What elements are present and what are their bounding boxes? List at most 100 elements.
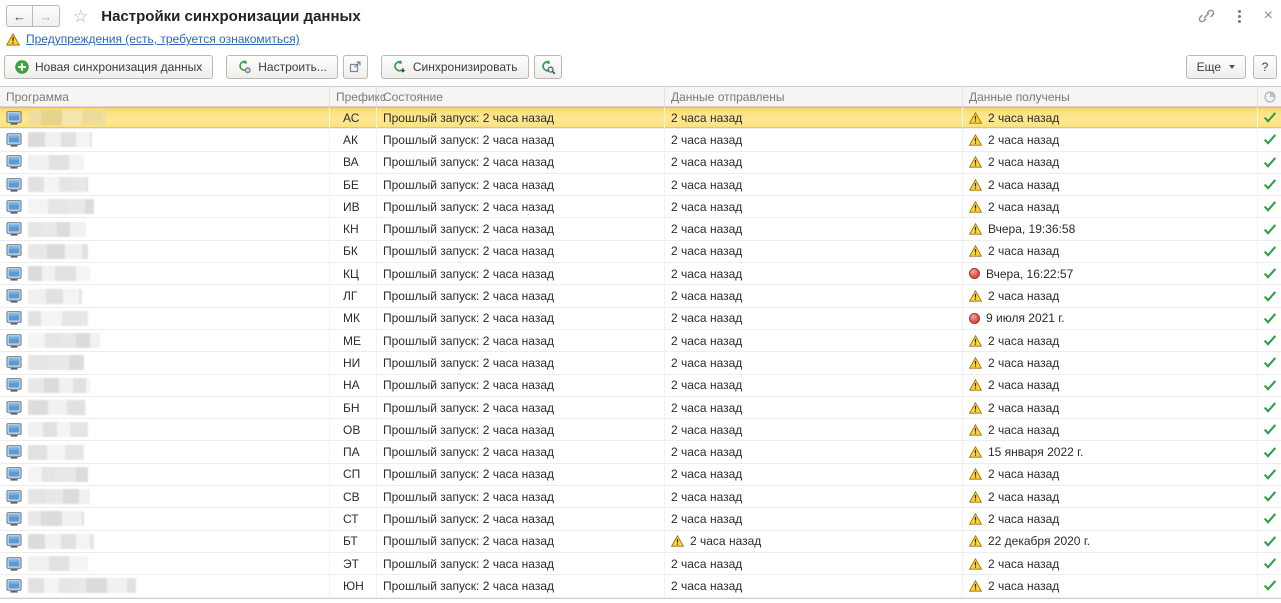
check-icon <box>1263 535 1277 547</box>
table-row[interactable]: КН Прошлый запуск: 2 часа назад 2 часа н… <box>0 218 1281 241</box>
program-icon <box>6 155 22 169</box>
table-row[interactable]: ПА Прошлый запуск: 2 часа назад 2 часа н… <box>0 441 1281 464</box>
open-sync-settings-button[interactable] <box>342 55 368 79</box>
data-received-cell: 2 часа назад <box>963 173 1258 196</box>
prefix-cell: АК <box>330 129 377 151</box>
program-cell <box>0 463 330 486</box>
state-cell: Прошлый запуск: 2 часа назад <box>377 486 665 508</box>
state-cell: Прошлый запуск: 2 часа назад <box>377 240 665 263</box>
table-row[interactable]: КЦ Прошлый запуск: 2 часа назад 2 часа н… <box>0 263 1281 286</box>
table-row[interactable]: БК Прошлый запуск: 2 часа назад 2 часа н… <box>0 240 1281 264</box>
prefix-cell: ЮН <box>330 575 377 597</box>
data-received-cell: Вчера, 19:36:58 <box>963 218 1258 240</box>
data-received-cell: 15 января 2022 г. <box>963 441 1258 463</box>
program-cell <box>0 552 330 575</box>
get-link-icon[interactable] <box>1198 8 1215 24</box>
table-row[interactable]: МЕ Прошлый запуск: 2 часа назад 2 часа н… <box>0 329 1281 353</box>
warning-icon <box>969 223 982 235</box>
table-row[interactable]: БТ Прошлый запуск: 2 часа назад 2 часа н… <box>0 530 1281 553</box>
data-received-cell: 2 часа назад <box>963 129 1258 151</box>
table-row-selected[interactable]: АС Прошлый запуск: 2 часа назад 2 часа н… <box>0 107 1281 130</box>
state-cell: Прошлый запуск: 2 часа назад <box>377 129 665 151</box>
program-name-redacted <box>28 422 88 438</box>
table-row[interactable]: МК Прошлый запуск: 2 часа назад 2 часа н… <box>0 307 1281 330</box>
new-sync-button[interactable]: Новая синхронизация данных <box>4 55 214 79</box>
table-row[interactable]: ЭТ Прошлый запуск: 2 часа назад 2 часа н… <box>0 552 1281 576</box>
close-icon[interactable]: × <box>1264 8 1273 24</box>
prefix-cell: АС <box>330 107 377 129</box>
check-icon <box>1263 446 1277 458</box>
sync-monitor-button[interactable] <box>533 55 562 79</box>
data-sent-cell: 2 часа назад <box>665 218 963 240</box>
table-row[interactable]: БН Прошлый запуск: 2 часа назад 2 часа н… <box>0 396 1281 420</box>
column-header-status[interactable] <box>1258 87 1281 106</box>
more-label: Еще <box>1196 60 1221 74</box>
check-icon <box>1263 469 1277 480</box>
state-cell: Прошлый запуск: 2 часа назад <box>377 173 665 196</box>
table-row[interactable]: НА Прошлый запуск: 2 часа назад 2 часа н… <box>0 374 1281 397</box>
data-sent-cell: 2 часа назад <box>665 575 963 597</box>
chevron-down-icon <box>1229 65 1235 69</box>
program-icon <box>6 534 22 548</box>
check-icon <box>1263 134 1277 146</box>
synchronize-button[interactable]: Синхронизировать <box>380 55 529 79</box>
more-menu-icon[interactable] <box>1234 8 1245 25</box>
data-received-cell: 2 часа назад <box>963 374 1258 396</box>
more-button[interactable]: Еще <box>1185 55 1246 79</box>
check-icon <box>1263 402 1277 413</box>
configure-button[interactable]: Настроить... <box>226 55 338 79</box>
table-row[interactable]: ЛГ Прошлый запуск: 2 часа назад 2 часа н… <box>0 285 1281 308</box>
warning-icon <box>969 156 982 168</box>
state-cell: Прошлый запуск: 2 часа назад <box>377 307 665 329</box>
column-header-data-received[interactable]: Данные получены <box>963 87 1258 106</box>
table-row[interactable]: БЕ Прошлый запуск: 2 часа назад 2 часа н… <box>0 173 1281 197</box>
help-button[interactable]: ? <box>1253 55 1277 79</box>
sync-result-cell <box>1258 241 1281 262</box>
sync-result-cell <box>1258 375 1281 396</box>
pie-chart-icon <box>1264 91 1276 103</box>
data-sent-cell: 2 часа назад <box>665 263 963 285</box>
column-header-state[interactable]: Состояние <box>377 87 665 106</box>
table-row[interactable]: ОВ Прошлый запуск: 2 часа назад 2 часа н… <box>0 419 1281 442</box>
table-row[interactable]: ВА Прошлый запуск: 2 часа назад 2 часа н… <box>0 151 1281 174</box>
check-icon <box>1263 357 1277 369</box>
table-row[interactable]: ИВ Прошлый запуск: 2 часа назад 2 часа н… <box>0 196 1281 219</box>
warning-icon <box>969 334 982 347</box>
prefix-cell: МЕ <box>330 329 377 352</box>
prefix-cell: БТ <box>330 530 377 552</box>
state-cell: Прошлый запуск: 2 часа назад <box>377 552 665 575</box>
data-sent-cell: 2 часа назад <box>665 196 963 218</box>
table-row[interactable]: СВ Прошлый запуск: 2 часа назад 2 часа н… <box>0 486 1281 509</box>
forward-button[interactable]: → <box>33 5 60 27</box>
column-header-prefix[interactable]: Префикс <box>330 87 386 106</box>
favorite-star-icon[interactable]: ☆ <box>73 8 88 25</box>
state-cell: Прошлый запуск: 2 часа назад <box>377 419 665 441</box>
data-sent-cell: 2 часа назад <box>665 463 963 486</box>
toolbar: Новая синхронизация данных Настроить... … <box>4 54 1277 80</box>
table-row[interactable]: СТ Прошлый запуск: 2 часа назад 2 часа н… <box>0 508 1281 531</box>
prefix-cell: НА <box>330 374 377 396</box>
data-received-cell: 2 часа назад <box>963 107 1258 129</box>
warnings-link[interactable]: Предупреждения (есть, требуется ознакоми… <box>26 32 300 46</box>
sync-result-cell <box>1258 553 1281 574</box>
program-cell <box>0 352 330 374</box>
data-received-cell: 2 часа назад <box>963 419 1258 441</box>
table-row[interactable]: ЮН Прошлый запуск: 2 часа назад 2 часа н… <box>0 575 1281 598</box>
column-header-program[interactable]: Программа <box>0 87 330 106</box>
program-name-redacted <box>28 110 106 126</box>
table-row[interactable]: АК Прошлый запуск: 2 часа назад 2 часа н… <box>0 129 1281 152</box>
program-icon <box>6 311 22 325</box>
state-cell: Прошлый запуск: 2 часа назад <box>377 530 665 552</box>
data-sent-cell: 2 часа назад <box>665 419 963 441</box>
warning-icon <box>969 111 982 124</box>
data-sent-cell: 2 часа назад <box>665 374 963 396</box>
back-button[interactable]: ← <box>6 5 33 27</box>
titlebar: ← → ☆ Настройки синхронизации данных × <box>6 4 1273 28</box>
table-row[interactable]: СП Прошлый запуск: 2 часа назад 2 часа н… <box>0 463 1281 487</box>
table-row[interactable]: НИ Прошлый запуск: 2 часа назад 2 часа н… <box>0 352 1281 375</box>
program-cell <box>0 129 330 151</box>
column-header-data-sent[interactable]: Данные отправлены <box>665 87 963 106</box>
state-cell: Прошлый запуск: 2 часа назад <box>377 329 665 352</box>
toolbar-right: Еще ? <box>1185 55 1277 79</box>
configure-label: Настроить... <box>258 60 327 74</box>
